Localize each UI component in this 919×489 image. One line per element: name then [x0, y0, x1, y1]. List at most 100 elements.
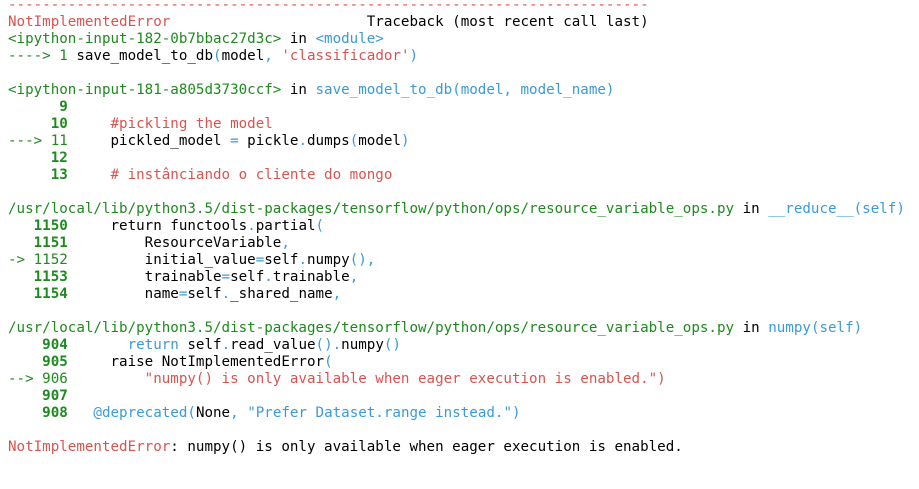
traceback-segment: return	[67, 337, 179, 353]
traceback-line: NotImplementedError: numpy() is only ava…	[8, 439, 919, 456]
traceback-segment: -> 1152	[8, 252, 68, 268]
traceback-segment: name	[67, 286, 179, 302]
traceback-segment: 10	[8, 116, 68, 132]
traceback-segment: save_model_to_db	[315, 82, 453, 98]
traceback-segment: initial_value	[67, 252, 256, 268]
traceback-line	[8, 303, 919, 320]
traceback-line: /usr/local/lib/python3.5/dist-packages/t…	[8, 201, 919, 218]
traceback-segment: /usr/local/lib/python3.5/dist-packages/t…	[8, 320, 735, 336]
traceback-segment: 1151	[8, 235, 68, 251]
traceback-line	[8, 65, 919, 82]
traceback-segment: )	[409, 48, 419, 64]
traceback-segment: : numpy() is only available when eager e…	[170, 439, 683, 455]
traceback-segment: NotImplementedError	[8, 439, 171, 455]
traceback-line: <ipython-input-181-a805d3730ccf> in save…	[8, 82, 919, 99]
traceback-segment: ()	[315, 337, 333, 353]
traceback-segment: .	[298, 133, 307, 149]
traceback-segment: #pickling the model	[110, 116, 273, 132]
traceback-segment: 'classificador'	[281, 48, 410, 64]
traceback-segment: @deprecated	[93, 405, 188, 421]
traceback-segment: in	[734, 320, 769, 336]
traceback-segment: in	[281, 82, 316, 98]
traceback-segment: (self)	[810, 320, 863, 336]
traceback-segment: NotImplementedError	[153, 354, 325, 370]
traceback-segment: 1150	[8, 218, 68, 234]
traceback-segment: # instânciando o cliente do mongo	[110, 167, 393, 183]
traceback-line: 907	[8, 388, 919, 405]
traceback-segment: <ipython-input-182-0b7bbac27d3c>	[8, 31, 282, 47]
traceback-line: 905 raise NotImplementedError(	[8, 354, 919, 371]
traceback-segment: ,	[230, 405, 248, 421]
traceback-segment: "numpy() is only available when eager ex…	[144, 371, 666, 387]
traceback-segment: NotImplementedError	[8, 14, 171, 30]
traceback-segment: ,	[349, 269, 359, 285]
traceback-segment: numpy	[341, 337, 384, 353]
traceback-line: 9	[8, 99, 919, 116]
traceback-segment: 905	[8, 354, 68, 370]
traceback-segment: Traceback (most recent call last)	[170, 14, 649, 30]
traceback-segment: (	[324, 354, 333, 370]
traceback-segment: .	[332, 337, 342, 353]
traceback-segment: 9	[8, 99, 68, 115]
traceback-segment: ,	[264, 48, 282, 64]
traceback-segment: (),	[349, 252, 376, 268]
traceback-line: ----> 1 save_model_to_db(model, 'classif…	[8, 48, 919, 65]
traceback-segment: ,	[332, 286, 342, 302]
traceback-segment: ,	[281, 235, 290, 251]
traceback-segment: self	[178, 337, 222, 353]
traceback-segment: 12	[8, 150, 68, 166]
traceback-segment: ----------------------------------------…	[8, 0, 649, 13]
traceback-line: 13 # instânciando o cliente do mongo	[8, 167, 919, 184]
traceback-line: 908 @deprecated(None, "Prefer Dataset.ra…	[8, 405, 919, 422]
traceback-segment: _shared_name	[230, 286, 333, 302]
traceback-segment: =	[221, 269, 231, 285]
traceback-segment: =	[255, 252, 265, 268]
traceback-line: 1150 return functools.partial(	[8, 218, 919, 235]
traceback-segment: dumps	[306, 133, 350, 149]
traceback-segment: numpy	[768, 320, 811, 336]
traceback-segment: .	[221, 286, 231, 302]
traceback-segment: self	[264, 252, 299, 268]
traceback-segment: .	[298, 252, 307, 268]
traceback-segment: return	[67, 218, 162, 234]
traceback-segment: save_model_to_db	[76, 48, 214, 64]
traceback-segment: trainable	[67, 269, 222, 285]
traceback-segment: 904	[8, 337, 68, 353]
traceback-segment: 1154	[8, 286, 68, 302]
traceback-segment: --> 906	[8, 371, 68, 387]
traceback-line: 10 #pickling the model	[8, 116, 919, 133]
traceback-line	[8, 422, 919, 439]
traceback-line: NotImplementedError Traceback (most rece…	[8, 14, 919, 31]
traceback-segment: <module>	[315, 31, 384, 47]
traceback-segment: read_value	[230, 337, 316, 353]
traceback-segment: "Prefer Dataset.range instead."	[247, 405, 512, 421]
traceback-line: ---> 11 pickled_model = pickle.dumps(mod…	[8, 133, 919, 150]
traceback-segment: in	[734, 201, 769, 217]
traceback-segment: <ipython-input-181-a805d3730ccf>	[8, 82, 282, 98]
traceback-segment: ----> 1	[8, 48, 77, 64]
traceback-line: --> 906 "numpy() is only available when …	[8, 371, 919, 388]
traceback-segment: (self)	[853, 201, 905, 217]
traceback-segment: trainable	[272, 269, 350, 285]
traceback-segment: model	[358, 133, 401, 149]
traceback-segment: in	[281, 31, 316, 47]
traceback-line: ----------------------------------------…	[8, 0, 919, 14]
traceback-segment: 1153	[8, 269, 68, 285]
traceback-segment	[68, 371, 145, 387]
traceback-segment: pickle	[238, 133, 299, 149]
traceback-line: /usr/local/lib/python3.5/dist-packages/t…	[8, 320, 919, 337]
traceback-segment: (	[187, 405, 196, 421]
traceback-segment: partial	[255, 218, 316, 234]
traceback-line: 12	[8, 150, 919, 167]
traceback-segment: self	[187, 286, 222, 302]
traceback-segment: None	[195, 405, 231, 421]
traceback-segment: ResourceVariable	[67, 235, 282, 251]
traceback-segment: __reduce__	[768, 201, 854, 217]
traceback-segment	[68, 405, 94, 421]
traceback-segment: (model, model_name)	[452, 82, 615, 98]
traceback-segment: (	[213, 48, 222, 64]
traceback-line: 904 return self.read_value().numpy()	[8, 337, 919, 354]
traceback-line: -> 1152 initial_value=self.numpy(),	[8, 252, 919, 269]
traceback-segment: /usr/local/lib/python3.5/dist-packages/t…	[8, 201, 735, 217]
traceback-segment: functools	[161, 218, 248, 234]
